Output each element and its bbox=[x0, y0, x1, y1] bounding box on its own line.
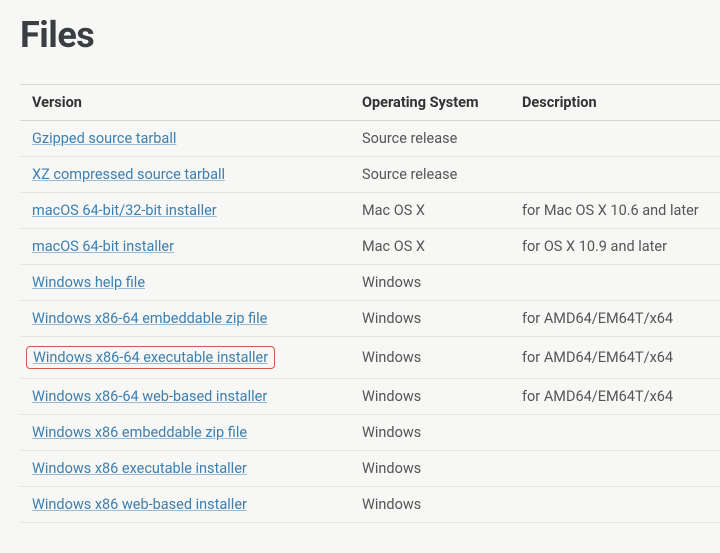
cell-version: macOS 64-bit installer bbox=[20, 229, 350, 265]
cell-version: macOS 64-bit/32-bit installer bbox=[20, 193, 350, 229]
download-link[interactable]: Windows x86 embeddable zip file bbox=[32, 424, 247, 441]
cell-description bbox=[510, 121, 720, 157]
col-header-os: Operating System bbox=[350, 85, 510, 121]
table-row: Gzipped source tarball Source release bbox=[20, 121, 720, 157]
cell-version: Gzipped source tarball bbox=[20, 121, 350, 157]
table-row: Windows x86-64 web-based installer Window… bbox=[20, 379, 720, 415]
cell-description bbox=[510, 451, 720, 487]
cell-description: for Mac OS X 10.6 and later bbox=[510, 193, 720, 229]
cell-version: XZ compressed source tarball bbox=[20, 157, 350, 193]
cell-os: Source release bbox=[350, 157, 510, 193]
download-link[interactable]: Windows x86 web-based installer bbox=[32, 496, 247, 513]
table-row: Windows x86 executable installer Windows bbox=[20, 451, 720, 487]
cell-os: Windows bbox=[350, 265, 510, 301]
download-link[interactable]: Windows x86-64 executable installer bbox=[26, 346, 275, 369]
download-link[interactable]: XZ compressed source tarball bbox=[32, 166, 225, 183]
cell-os: Mac OS X bbox=[350, 193, 510, 229]
cell-version: Windows x86-64 embeddable zip file bbox=[20, 301, 350, 337]
cell-os: Windows bbox=[350, 487, 510, 523]
download-link[interactable]: Gzipped source tarball bbox=[32, 130, 176, 147]
cell-version: Windows x86 web-based installer bbox=[20, 487, 350, 523]
download-link[interactable]: Windows x86 executable installer bbox=[32, 460, 247, 477]
cell-version: Windows x86 embeddable zip file bbox=[20, 415, 350, 451]
cell-os: Source release bbox=[350, 121, 510, 157]
cell-os: Mac OS X bbox=[350, 229, 510, 265]
table-header-row: Version Operating System Description bbox=[20, 85, 720, 121]
cell-description: for AMD64/EM64T/x64 bbox=[510, 337, 720, 379]
download-link[interactable]: Windows x86-64 embeddable zip file bbox=[32, 310, 267, 327]
cell-version: Windows x86-64 executable installer bbox=[20, 337, 350, 379]
download-link[interactable]: macOS 64-bit/32-bit installer bbox=[32, 202, 217, 219]
cell-description: for OS X 10.9 and later bbox=[510, 229, 720, 265]
cell-description: for AMD64/EM64T/x64 bbox=[510, 301, 720, 337]
cell-description bbox=[510, 487, 720, 523]
page-title: Files bbox=[20, 14, 720, 56]
table-row: Windows x86 embeddable zip file Windows bbox=[20, 415, 720, 451]
table-row: XZ compressed source tarball Source relea… bbox=[20, 157, 720, 193]
cell-description: for AMD64/EM64T/x64 bbox=[510, 379, 720, 415]
table-row: Windows x86 web-based installer Windows bbox=[20, 487, 720, 523]
col-header-description: Description bbox=[510, 85, 720, 121]
cell-description bbox=[510, 265, 720, 301]
col-header-version: Version bbox=[20, 85, 350, 121]
cell-os: Windows bbox=[350, 337, 510, 379]
cell-os: Windows bbox=[350, 451, 510, 487]
cell-description bbox=[510, 415, 720, 451]
cell-os: Windows bbox=[350, 301, 510, 337]
cell-version: Windows x86-64 web-based installer bbox=[20, 379, 350, 415]
cell-os: Windows bbox=[350, 379, 510, 415]
cell-os: Windows bbox=[350, 415, 510, 451]
table-row: macOS 64-bit installer Mac OS Xfor OS X 1… bbox=[20, 229, 720, 265]
download-link[interactable]: Windows x86-64 web-based installer bbox=[32, 388, 267, 405]
download-link[interactable]: macOS 64-bit installer bbox=[32, 238, 174, 255]
table-row: Windows help file Windows bbox=[20, 265, 720, 301]
cell-version: Windows help file bbox=[20, 265, 350, 301]
files-table: Version Operating System Description Gzi… bbox=[20, 84, 720, 523]
table-row: macOS 64-bit/32-bit installer Mac OS Xfor… bbox=[20, 193, 720, 229]
table-row: Windows x86-64 embeddable zip file Window… bbox=[20, 301, 720, 337]
table-row: Windows x86-64 executable installer Windo… bbox=[20, 337, 720, 379]
cell-description bbox=[510, 157, 720, 193]
download-link[interactable]: Windows help file bbox=[32, 274, 145, 291]
cell-version: Windows x86 executable installer bbox=[20, 451, 350, 487]
